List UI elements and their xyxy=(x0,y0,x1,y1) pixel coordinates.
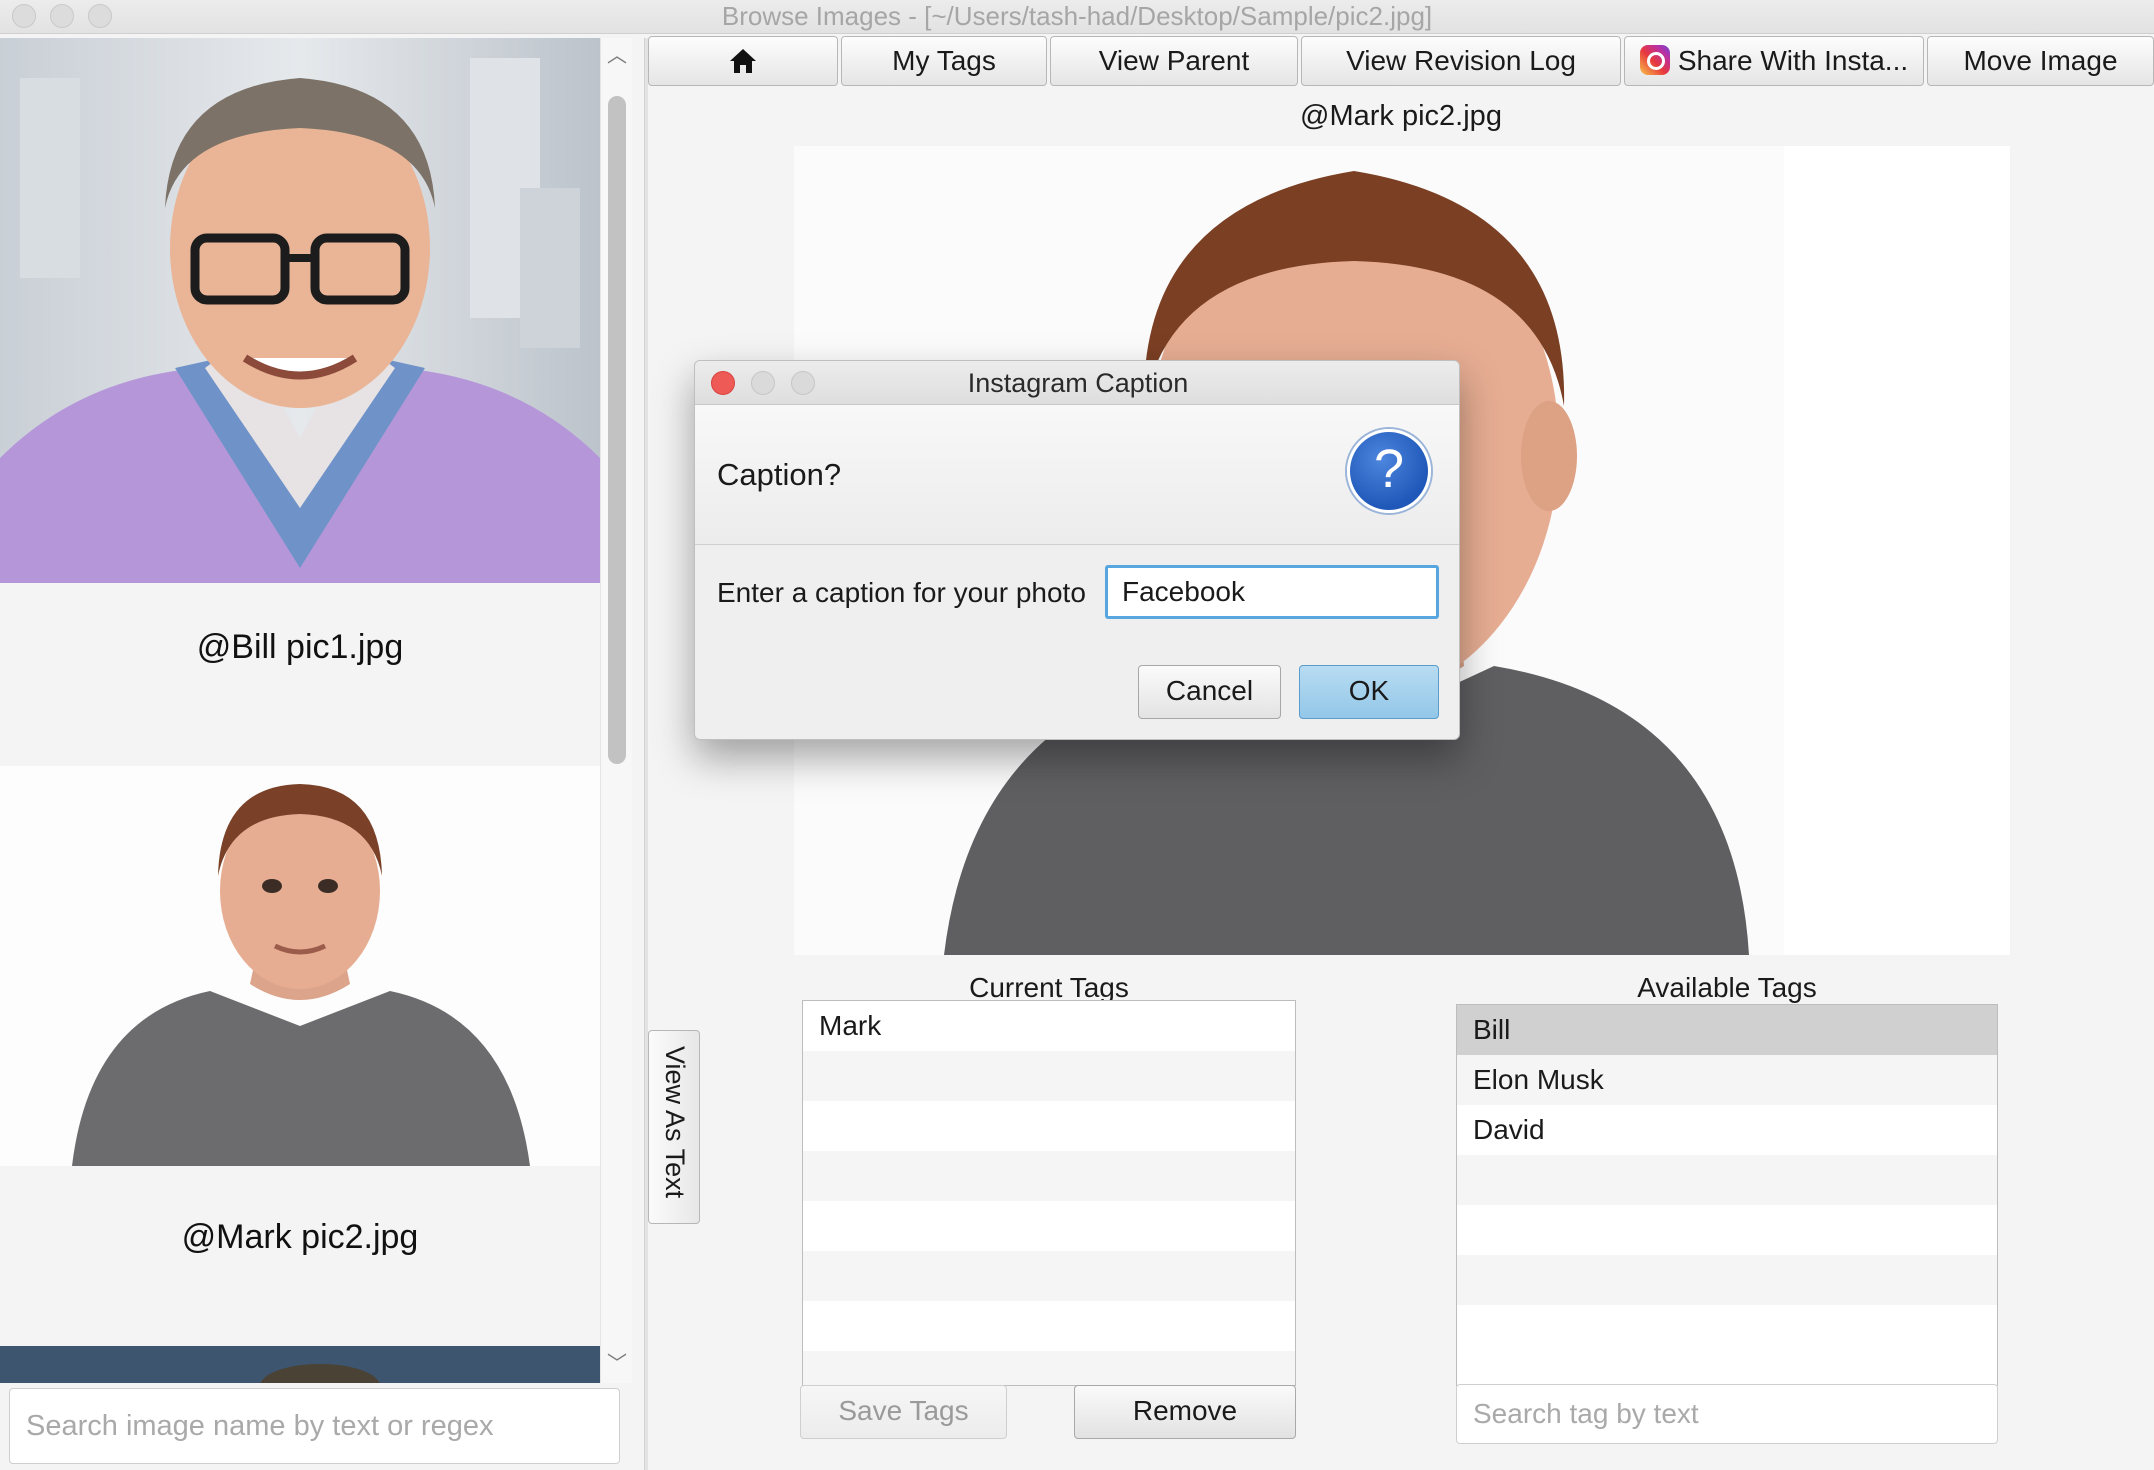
toolbar: My Tags View Parent View Revision Log Sh… xyxy=(648,36,2154,88)
instagram-caption-dialog: Instagram Caption Caption? ? Enter a cap… xyxy=(694,360,1460,740)
thumbnail-caption: @Bill pic1.jpg xyxy=(196,628,404,666)
thumbnail-image[interactable] xyxy=(0,766,600,1166)
save-tags-button[interactable]: Save Tags xyxy=(800,1385,1007,1439)
home-icon xyxy=(730,49,756,73)
gallery-item[interactable]: @Bill pic1.jpg xyxy=(0,38,600,766)
scroll-thumb[interactable] xyxy=(608,96,626,764)
share-instagram-label: Share With Insta... xyxy=(1677,45,1909,76)
available-tags-header: Available Tags xyxy=(1637,972,1817,1003)
list-item xyxy=(1457,1305,1997,1355)
home-button[interactable] xyxy=(648,36,838,86)
caption-input[interactable] xyxy=(1105,565,1439,619)
tag-search-input[interactable] xyxy=(1456,1384,1998,1444)
instagram-icon xyxy=(1639,45,1670,75)
list-item xyxy=(803,1301,1295,1351)
question-icon: ? xyxy=(1347,429,1431,513)
move-image-button[interactable]: Move Image xyxy=(1927,36,2154,86)
list-item xyxy=(1457,1255,1997,1305)
image-title: @Mark pic2.jpg xyxy=(1300,100,1502,132)
dialog-header: Caption? ? xyxy=(695,405,1459,545)
scroll-up-icon[interactable]: ︿ xyxy=(601,42,633,70)
list-item xyxy=(803,1151,1295,1201)
list-item xyxy=(803,1101,1295,1151)
list-item xyxy=(803,1051,1295,1101)
window-titlebar: Browse Images - [~/Users/tash-had/Deskto… xyxy=(0,0,2154,34)
list-item[interactable]: Mark xyxy=(803,1001,1295,1051)
image-search-input[interactable] xyxy=(9,1388,620,1464)
list-item xyxy=(1457,1155,1997,1205)
split-divider[interactable] xyxy=(644,38,648,1470)
dialog-title: Instagram Caption xyxy=(967,368,1189,398)
image-gallery: @Bill pic1.jpg @Mark pic2.jpg xyxy=(0,38,600,1383)
caption-prompt-label: Enter a caption for your photo xyxy=(717,577,1086,608)
gallery-scrollbar[interactable]: ︿ ﹀ xyxy=(600,38,632,1383)
view-as-text-label: View As Text xyxy=(660,1046,690,1199)
remove-tag-button[interactable]: Remove xyxy=(1074,1385,1296,1439)
dialog-header-text: Caption? xyxy=(717,457,842,492)
view-parent-button[interactable]: View Parent xyxy=(1050,36,1298,86)
scroll-down-icon[interactable]: ﹀ xyxy=(601,1350,633,1378)
gallery-item[interactable] xyxy=(0,1346,600,1383)
list-item xyxy=(803,1251,1295,1301)
share-instagram-button[interactable]: Share With Insta... xyxy=(1624,36,1924,86)
ok-button[interactable]: OK xyxy=(1299,665,1439,719)
view-as-text-button[interactable]: View As Text xyxy=(648,1030,700,1224)
list-item xyxy=(803,1201,1295,1251)
view-revision-log-button[interactable]: View Revision Log xyxy=(1301,36,1621,86)
list-item[interactable]: David xyxy=(1457,1105,1997,1155)
list-item xyxy=(803,1351,1295,1385)
gallery-item[interactable]: @Mark pic2.jpg xyxy=(0,766,600,1346)
list-item[interactable]: Bill xyxy=(1457,1005,1997,1055)
list-item[interactable]: Elon Musk xyxy=(1457,1055,1997,1105)
window-title: Browse Images - [~/Users/tash-had/Deskto… xyxy=(721,1,1433,31)
list-item xyxy=(1457,1205,1997,1255)
my-tags-button[interactable]: My Tags xyxy=(841,36,1047,86)
thumbnail-caption: @Mark pic2.jpg xyxy=(181,1218,419,1256)
current-tags-list[interactable]: Mark xyxy=(802,1000,1296,1386)
cancel-button[interactable]: Cancel xyxy=(1138,665,1281,719)
dialog-titlebar: Instagram Caption xyxy=(695,361,1459,405)
thumbnail-image[interactable] xyxy=(0,38,600,583)
thumbnail-image[interactable] xyxy=(0,1346,600,1383)
available-tags-list[interactable]: Bill Elon Musk David xyxy=(1456,1004,1998,1386)
